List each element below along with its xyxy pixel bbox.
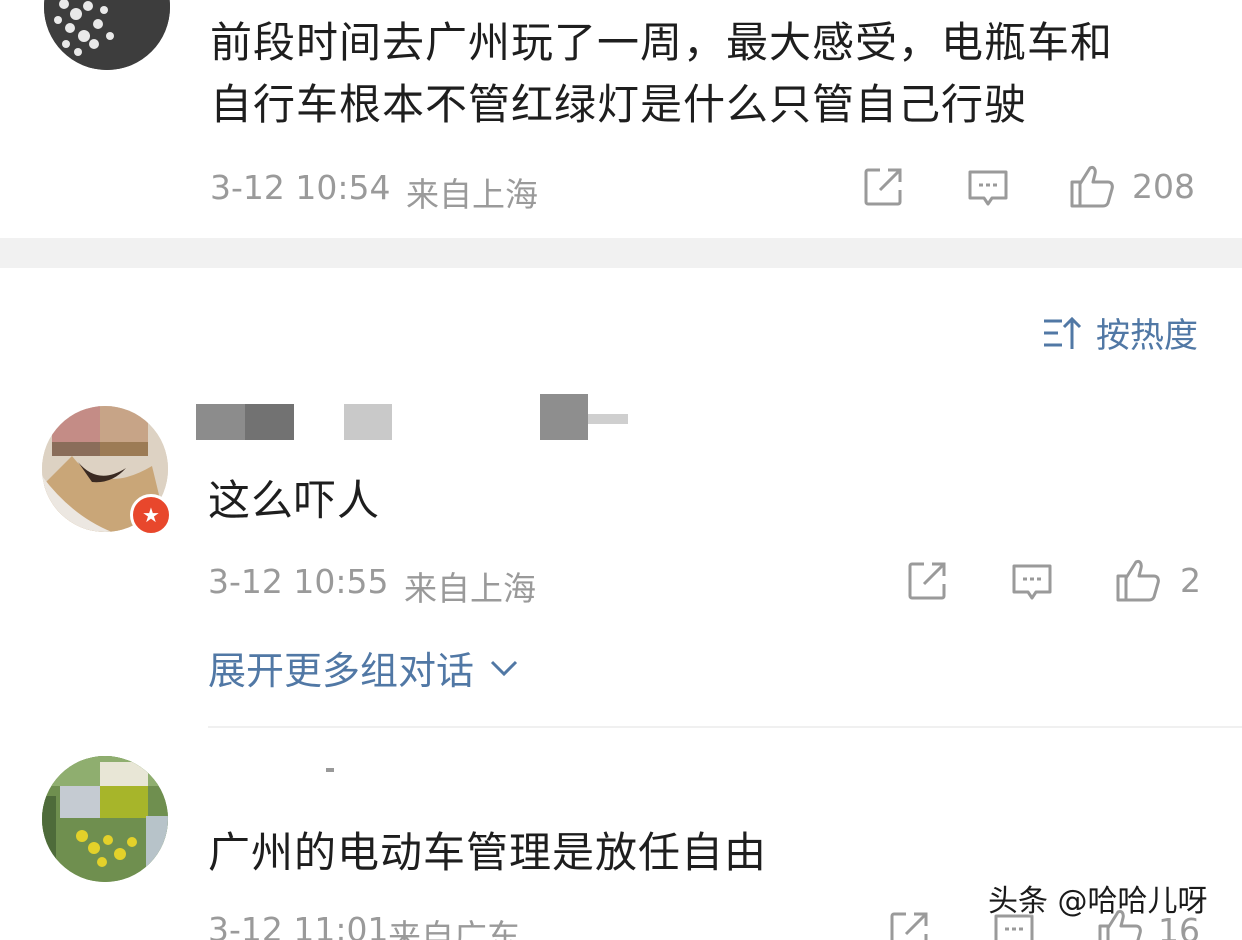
avatar-image	[44, 0, 170, 70]
share-button-3[interactable]	[888, 910, 930, 940]
comment-3-location: 来自广东	[388, 917, 520, 940]
reply-icon	[968, 170, 1008, 206]
comment-2-timestamp: 3-12 10:55	[208, 562, 389, 601]
like-icon	[1116, 560, 1160, 602]
sort-icon	[1044, 316, 1082, 349]
share-button-2[interactable]	[906, 560, 948, 602]
expand-more-conversations-link[interactable]: 展开更多组对话	[208, 640, 520, 695]
comment-2-location: 来自上海	[404, 569, 536, 608]
sort-label: 按热度	[1096, 316, 1198, 356]
share-icon	[890, 912, 928, 940]
reply-icon	[1012, 564, 1052, 600]
section-divider	[0, 238, 1242, 268]
comment-1-timestamp: 3-12 10:54	[210, 168, 391, 207]
like-count-1: 208	[1132, 166, 1195, 206]
like-button-2[interactable]: 2	[1114, 556, 1201, 604]
verified-badge-icon: ★	[130, 494, 172, 536]
username-obscured	[540, 394, 588, 440]
username-obscured	[326, 768, 334, 772]
comment-3-timestamp: 3-12 11:01	[208, 910, 389, 940]
reply-button-2[interactable]	[1010, 560, 1054, 604]
like-button-1[interactable]: 208	[1068, 162, 1195, 210]
watermark-label: 头条 @哈哈儿呀	[988, 884, 1208, 919]
share-icon	[864, 168, 902, 206]
avatar-comment-1[interactable]	[44, 0, 170, 70]
comment-page: 前段时间去广州玩了一周，最大感受，电瓶车和 自行车根本不管红绿灯是什么只管自己行…	[0, 0, 1242, 940]
comment-3-text: 广州的电动车管理是放任自由	[208, 828, 768, 877]
username-obscured	[344, 404, 392, 440]
comment-1-location: 来自上海	[406, 175, 538, 214]
like-count-2: 2	[1180, 560, 1201, 600]
comment-2-text: 这么吓人	[208, 476, 381, 525]
comment-divider	[208, 726, 1242, 728]
like-icon	[1070, 166, 1114, 208]
comment-1-text-line-2: 自行车根本不管红绿灯是什么只管自己行驶	[210, 80, 1028, 129]
username-obscured	[196, 404, 294, 440]
reply-button-1[interactable]	[966, 166, 1010, 210]
comment-1-text-line-1: 前段时间去广州玩了一周，最大感受，电瓶车和	[210, 18, 1114, 67]
chevron-down-icon	[490, 660, 518, 676]
avatar-comment-3[interactable]	[42, 756, 168, 882]
avatar-image	[42, 756, 168, 882]
sort-by-hot-button[interactable]: 按热度	[1042, 308, 1198, 357]
expand-label: 展开更多组对话	[208, 649, 475, 693]
share-icon	[908, 562, 946, 600]
username-obscured	[588, 414, 628, 424]
share-button-1[interactable]	[862, 166, 904, 208]
